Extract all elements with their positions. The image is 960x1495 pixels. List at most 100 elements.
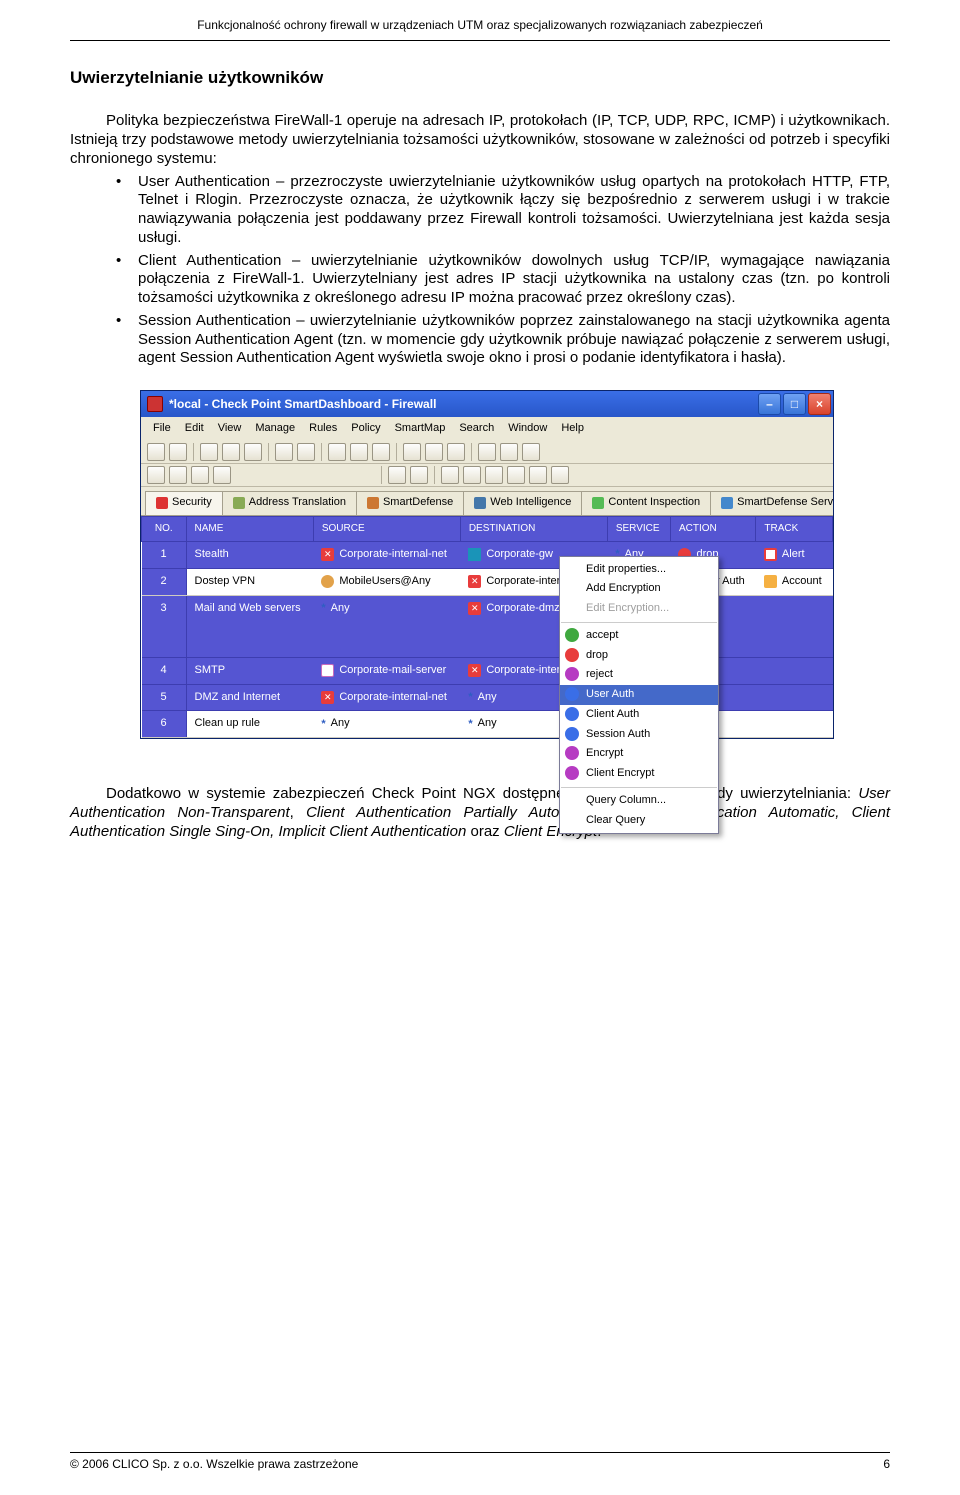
- services-icon: [721, 497, 733, 509]
- footer-copyright: © 2006 CLICO Sp. z o.o. Wszelkie prawa z…: [70, 1457, 358, 1471]
- table-row[interactable]: 4SMTP Corporate-mail-server Corporate-in…: [142, 657, 833, 684]
- tb-search-icon[interactable]: [328, 443, 346, 461]
- tb-status-icon[interactable]: [425, 443, 443, 461]
- menu-window[interactable]: Window: [502, 420, 553, 438]
- table-row[interactable]: 1Stealth Corporate-internal-net Corporat…: [142, 542, 833, 569]
- nat-icon: [233, 497, 245, 509]
- tb-misc3-icon[interactable]: [485, 466, 503, 484]
- bullet-3: Session Authentication – uwierzytelniani…: [116, 312, 890, 368]
- context-menu-item[interactable]: Encrypt: [560, 744, 718, 764]
- toolbar-2: [141, 464, 833, 487]
- tb-zoom-icon[interactable]: [410, 466, 428, 484]
- tb-save-icon[interactable]: [169, 443, 187, 461]
- context-menu-item[interactable]: Client Encrypt: [560, 764, 718, 784]
- col-dest[interactable]: DESTINATION: [460, 516, 607, 542]
- tb-misc2-icon[interactable]: [463, 466, 481, 484]
- titlebar[interactable]: *local - Check Point SmartDashboard - Fi…: [141, 391, 833, 417]
- tb-obj3-icon[interactable]: [191, 466, 209, 484]
- tab-nat[interactable]: Address Translation: [222, 491, 357, 515]
- page-header: Funkcjonalność ochrony firewall w urządz…: [0, 0, 960, 36]
- footer-page-number: 6: [883, 1457, 890, 1471]
- tb-obj4-icon[interactable]: [213, 466, 231, 484]
- context-menu-item[interactable]: Edit properties...: [560, 560, 718, 580]
- tb-net-icon[interactable]: [478, 443, 496, 461]
- bullet-2: Client Authentication – uwierzytelnianie…: [116, 252, 890, 308]
- toolbar-1: [141, 441, 833, 464]
- tb-log-icon[interactable]: [403, 443, 421, 461]
- tb-misc1-icon[interactable]: [441, 466, 459, 484]
- paragraph-2: Dodatkowo w systemie zabezpieczeń Check …: [70, 785, 890, 841]
- col-service[interactable]: SERVICE: [607, 516, 670, 542]
- bullet-list: User Authentication – przezroczyste uwie…: [116, 173, 890, 369]
- tab-sdservices[interactable]: SmartDefense Services: [710, 491, 833, 515]
- menu-view[interactable]: View: [212, 420, 248, 438]
- tb-addrule-icon[interactable]: [275, 443, 293, 461]
- menu-smartmap[interactable]: SmartMap: [389, 420, 452, 438]
- app-window: *local - Check Point SmartDashboard - Fi…: [140, 390, 834, 739]
- maximize-button[interactable]: □: [783, 393, 806, 415]
- tb-obj2-icon[interactable]: [169, 466, 187, 484]
- tb-update-icon[interactable]: [447, 443, 465, 461]
- context-menu-item[interactable]: Query Column...: [560, 791, 718, 811]
- app-screenshot: *local - Check Point SmartDashboard - Fi…: [140, 390, 834, 739]
- tb-copy-icon[interactable]: [222, 443, 240, 461]
- page-footer: © 2006 CLICO Sp. z o.o. Wszelkie prawa z…: [70, 1452, 890, 1471]
- menu-edit[interactable]: Edit: [179, 420, 210, 438]
- col-no[interactable]: NO.: [142, 516, 187, 542]
- tb-cut-icon[interactable]: [200, 443, 218, 461]
- minimize-button[interactable]: –: [758, 393, 781, 415]
- tb-open-icon[interactable]: [147, 443, 165, 461]
- tab-bar: Security Address Translation SmartDefens…: [141, 487, 833, 516]
- menu-search[interactable]: Search: [453, 420, 500, 438]
- context-menu-item[interactable]: Add Encryption: [560, 579, 718, 599]
- context-menu-item[interactable]: accept: [560, 626, 718, 646]
- table-row[interactable]: 6Clean up rule* Any* Any* Any dr: [142, 711, 833, 738]
- col-action[interactable]: ACTION: [670, 516, 755, 542]
- tb-group-icon[interactable]: [522, 443, 540, 461]
- context-menu-item[interactable]: drop: [560, 646, 718, 666]
- tb-misc6-icon[interactable]: [551, 466, 569, 484]
- tb-misc5-icon[interactable]: [529, 466, 547, 484]
- smartdefense-icon: [367, 497, 379, 509]
- menu-manage[interactable]: Manage: [249, 420, 301, 438]
- context-menu-item[interactable]: Client Auth: [560, 705, 718, 725]
- menu-policy[interactable]: Policy: [345, 420, 386, 438]
- tb-obj1-icon[interactable]: [147, 466, 165, 484]
- tb-paste-icon[interactable]: [244, 443, 262, 461]
- table-row[interactable]: 2Dostep VPN MobileUsers@Any Corporate-in…: [142, 568, 833, 595]
- document-body: Uwierzytelnianie użytkowników Polityka b…: [0, 41, 960, 841]
- tb-host-icon[interactable]: [500, 443, 518, 461]
- context-menu-item[interactable]: Clear Query: [560, 811, 718, 831]
- tab-content[interactable]: Content Inspection: [581, 491, 711, 515]
- bullet-1: User Authentication – przezroczyste uwie…: [116, 173, 890, 248]
- rules-table[interactable]: NO. NAME SOURCE DESTINATION SERVICE ACTI…: [141, 516, 833, 739]
- tab-webintel[interactable]: Web Intelligence: [463, 491, 582, 515]
- context-menu-item[interactable]: Session Auth: [560, 725, 718, 745]
- table-row[interactable]: 5DMZ and Internet Corporate-internal-net…: [142, 684, 833, 711]
- context-menu[interactable]: Edit properties...Add EncryptionEdit Enc…: [559, 556, 719, 835]
- menu-help[interactable]: Help: [555, 420, 590, 438]
- tab-smartdefense[interactable]: SmartDefense: [356, 491, 464, 515]
- menu-bar: File Edit View Manage Rules Policy Smart…: [141, 417, 833, 441]
- table-row[interactable]: 3Mail and Web servers* Any Corporate-dmz…: [142, 595, 833, 657]
- app-icon: [147, 396, 163, 412]
- tb-delrule-icon[interactable]: [297, 443, 315, 461]
- section-heading: Uwierzytelnianie użytkowników: [70, 67, 890, 88]
- tb-install-icon[interactable]: [372, 443, 390, 461]
- tb-db-icon[interactable]: [350, 443, 368, 461]
- close-button[interactable]: ×: [808, 393, 831, 415]
- context-menu-item: Edit Encryption...: [560, 599, 718, 619]
- tb-pointer-icon[interactable]: [388, 466, 406, 484]
- menu-rules[interactable]: Rules: [303, 420, 343, 438]
- context-menu-item[interactable]: reject: [560, 665, 718, 685]
- col-track[interactable]: TRACK: [756, 516, 833, 542]
- tab-security[interactable]: Security: [145, 491, 223, 515]
- col-name[interactable]: NAME: [186, 516, 313, 542]
- menu-file[interactable]: File: [147, 420, 177, 438]
- content-icon: [592, 497, 604, 509]
- tb-misc4-icon[interactable]: [507, 466, 525, 484]
- col-source[interactable]: SOURCE: [313, 516, 460, 542]
- context-menu-item[interactable]: User Auth: [560, 685, 718, 705]
- shield-icon: [156, 497, 168, 509]
- window-title: *local - Check Point SmartDashboard - Fi…: [169, 397, 758, 412]
